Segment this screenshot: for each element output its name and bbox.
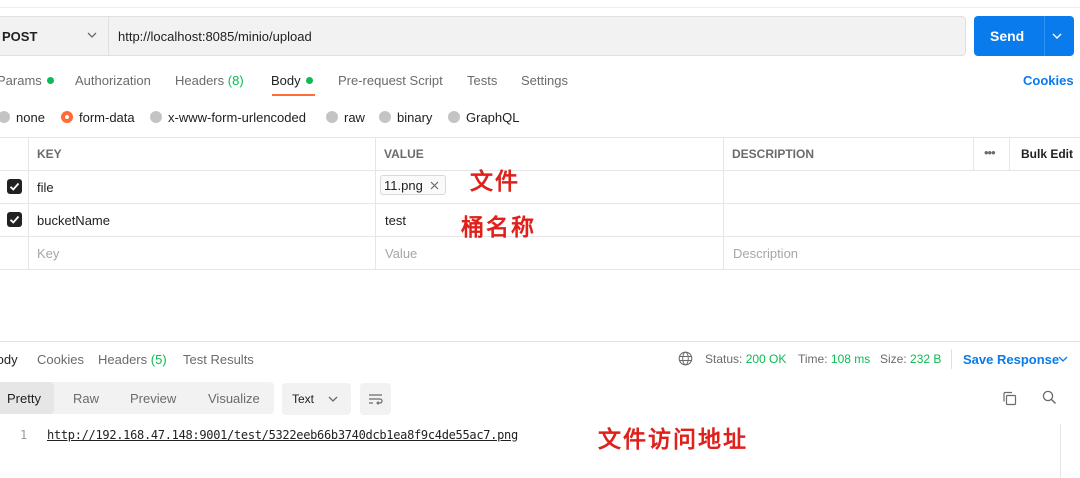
radio-dot-selected — [61, 111, 73, 123]
annotation-file: 文件 — [470, 168, 520, 195]
value-input[interactable]: Value — [385, 246, 417, 261]
row-checkbox-file[interactable] — [7, 179, 22, 194]
response-tab-headers[interactable]: Headers (5) — [98, 352, 167, 367]
column-header-description: DESCRIPTION — [732, 147, 815, 161]
table-border — [0, 137, 1080, 138]
column-header-key: KEY — [37, 147, 62, 161]
radio-dot — [150, 111, 162, 123]
description-input[interactable]: Description — [733, 246, 798, 261]
cookies-link[interactable]: Cookies — [1023, 73, 1074, 88]
tab-body[interactable]: Body — [271, 73, 313, 88]
tab-params[interactable]: Params — [0, 73, 54, 88]
radio-dot — [326, 111, 338, 123]
radio-x-www-form-urlencoded[interactable]: x-www-form-urlencoded — [150, 110, 306, 125]
row-key-bucketname[interactable]: bucketName — [37, 213, 110, 228]
table-border — [0, 203, 1080, 204]
annotation-bucket: 桶名称 — [461, 214, 536, 241]
radio-form-data[interactable]: form-data — [61, 110, 135, 125]
view-preview[interactable]: Preview — [130, 391, 176, 406]
row-checkbox-bucketname[interactable] — [7, 212, 22, 227]
status-divider — [951, 349, 952, 369]
table-divider — [973, 137, 974, 170]
params-indicator-dot — [46, 77, 54, 84]
tab-headers[interactable]: Headers (8) — [175, 73, 244, 88]
checkmark-icon — [9, 182, 20, 191]
line-number: 1 — [20, 428, 28, 442]
bulk-edit-button[interactable]: Bulk Edit — [1021, 147, 1073, 161]
more-options-icon[interactable]: ••• — [984, 145, 996, 160]
format-select-label[interactable]: Text — [292, 392, 314, 406]
close-icon[interactable] — [430, 181, 439, 190]
view-raw[interactable]: Raw — [73, 391, 99, 406]
response-tab-test-results[interactable]: Test Results — [183, 352, 254, 367]
response-status: Status: 200 OK — [705, 352, 787, 366]
response-tab-body[interactable]: Body — [0, 352, 18, 367]
chevron-down-icon[interactable] — [1057, 353, 1069, 365]
view-pretty[interactable]: Pretty — [7, 391, 41, 406]
radio-raw[interactable]: raw — [326, 110, 365, 125]
table-divider — [28, 137, 29, 270]
table-border — [0, 269, 1080, 270]
column-header-value: VALUE — [384, 147, 424, 161]
body-indicator-dot — [305, 77, 313, 84]
tab-settings[interactable]: Settings — [521, 73, 568, 88]
copy-icon[interactable] — [1001, 390, 1018, 407]
send-divider — [1044, 16, 1045, 56]
key-input[interactable]: Key — [37, 246, 59, 261]
radio-dot — [448, 111, 460, 123]
radio-binary[interactable]: binary — [379, 110, 432, 125]
table-divider — [723, 137, 724, 270]
radio-graphql[interactable]: GraphQL — [448, 110, 519, 125]
response-body-url-link[interactable]: http://192.168.47.148:9001/test/5322eeb6… — [47, 428, 518, 442]
table-border — [0, 170, 1080, 171]
url-input[interactable]: http://localhost:8085/minio/upload — [118, 29, 312, 44]
file-chip-name: 11.png — [384, 177, 423, 193]
method-select[interactable]: POST — [2, 29, 37, 44]
row-key-file[interactable]: file — [37, 180, 54, 195]
response-tab-cookies[interactable]: Cookies — [37, 352, 84, 367]
tab-authorization[interactable]: Authorization — [75, 73, 151, 88]
search-icon[interactable] — [1041, 389, 1058, 406]
checkmark-icon — [9, 215, 20, 224]
scrollbar-track[interactable] — [1060, 424, 1061, 478]
table-border — [0, 236, 1080, 237]
chevron-down-icon[interactable] — [327, 393, 339, 405]
send-options-chevron-icon[interactable] — [1050, 29, 1064, 43]
annotation-url: 文件访问地址 — [598, 426, 748, 453]
url-divider — [108, 17, 109, 55]
response-size: Size: 232 B — [880, 352, 942, 366]
table-divider — [375, 137, 376, 270]
file-chip[interactable]: 11.png — [380, 175, 446, 195]
active-tab-underline — [272, 94, 315, 96]
response-time: Time: 108 ms — [798, 352, 871, 366]
top-divider — [0, 7, 1080, 8]
table-divider — [1009, 137, 1010, 170]
row-value-bucketname[interactable]: test — [385, 213, 406, 228]
radio-dot — [379, 111, 391, 123]
tab-pre-request-script[interactable]: Pre-request Script — [338, 73, 443, 88]
radio-none[interactable]: none — [0, 110, 45, 125]
wrap-lines-icon[interactable] — [367, 391, 384, 407]
globe-icon[interactable] — [678, 351, 693, 366]
response-divider — [0, 341, 1080, 342]
send-button-label[interactable]: Send — [990, 28, 1024, 44]
tab-tests[interactable]: Tests — [467, 73, 497, 88]
radio-dot — [0, 111, 10, 123]
view-visualize[interactable]: Visualize — [208, 391, 260, 406]
save-response-button[interactable]: Save Response — [963, 352, 1059, 367]
chevron-down-icon[interactable] — [86, 28, 98, 42]
